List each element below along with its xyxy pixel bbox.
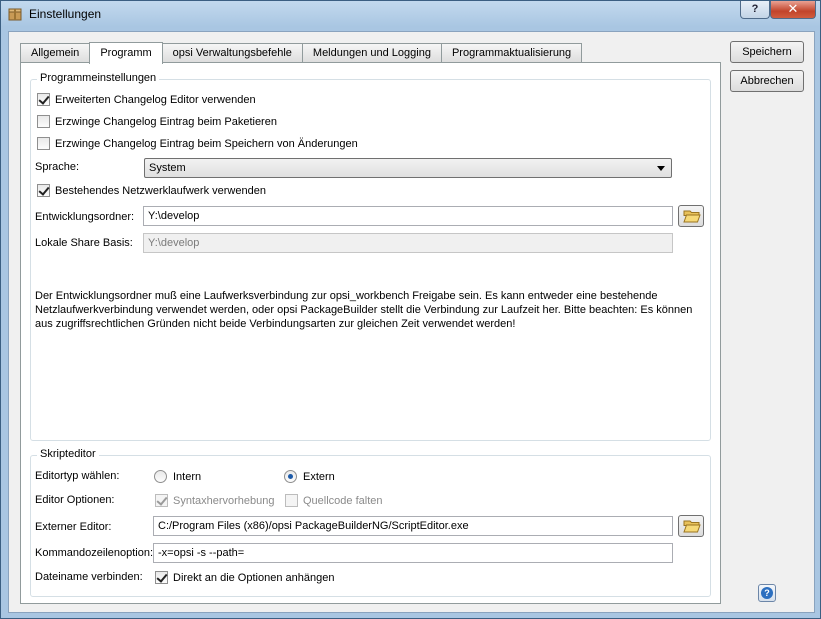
network-drive-row[interactable]: Bestehendes Netzwerklaufwerk verwenden (37, 184, 266, 197)
local-share-input[interactable]: Y:\develop (143, 233, 673, 253)
program-settings-group: Programmeinstellungen (30, 72, 711, 441)
language-select[interactable]: System (144, 158, 672, 178)
tab-meldungen-und-logging[interactable]: Meldungen und Logging (301, 43, 442, 63)
app-icon (8, 8, 22, 21)
tab-allgemein[interactable]: Allgemein (20, 43, 91, 63)
syntax-highlight-label: Syntaxhervorhebung (173, 495, 275, 507)
intern-label: Intern (173, 471, 202, 483)
chevron-down-icon (657, 166, 665, 171)
syntax-highlight-checkbox[interactable] (155, 494, 168, 507)
cancel-button[interactable]: Abbrechen (730, 70, 804, 92)
force-changelog-saving-checkbox[interactable] (37, 137, 50, 150)
dev-folder-browse-button[interactable] (678, 205, 704, 227)
language-label: Sprache: (35, 161, 80, 173)
extern-radio[interactable] (284, 470, 297, 483)
code-folding-row[interactable]: Quellcode falten (285, 494, 383, 507)
syntax-highlight-row[interactable]: Syntaxhervorhebung (155, 494, 275, 507)
tab-programmaktualisierung[interactable]: Programmaktualisierung (440, 43, 583, 63)
code-folding-label: Quellcode falten (303, 495, 383, 507)
dev-folder-label: Entwicklungsordner: (35, 211, 135, 223)
folder-open-icon (683, 520, 701, 533)
editor-intern-option[interactable]: Intern (154, 470, 201, 483)
external-editor-browse-button[interactable] (678, 515, 704, 537)
program-settings-title: Programmeinstellungen (37, 72, 160, 84)
cmdline-input[interactable]: -x=opsi -s --path= (153, 543, 673, 563)
window-title: Einstellungen (29, 7, 102, 21)
editor-type-label: Editortyp wählen: (35, 470, 120, 482)
external-editor-input[interactable]: C:/Program Files (x86)/opsi PackageBuild… (153, 516, 673, 536)
title-bar[interactable]: Einstellungen ? ✕ (1, 1, 820, 27)
dialog-client-area: Allgemein Programm opsi Verwaltungsbefeh… (8, 31, 815, 613)
force-changelog-packaging-row[interactable]: Erzwinge Changelog Eintrag beim Paketier… (37, 115, 277, 128)
tab-opsi-verwaltungsbefehle[interactable]: opsi Verwaltungsbefehle (161, 43, 303, 63)
tab-panel-programm: Programmeinstellungen Erweiterten Change… (20, 62, 721, 604)
save-button[interactable]: Speichern (730, 41, 804, 63)
cmdline-label: Kommandozeilenoption: (35, 547, 154, 559)
tab-programm[interactable]: Programm (89, 42, 163, 64)
code-folding-checkbox[interactable] (285, 494, 298, 507)
force-changelog-saving-row[interactable]: Erzwinge Changelog Eintrag beim Speicher… (37, 137, 358, 150)
help-button[interactable]: ? (758, 584, 776, 602)
extended-changelog-label: Erweiterten Changelog Editor verwenden (55, 94, 256, 106)
language-value: System (149, 162, 186, 174)
dev-folder-description: Der Entwicklungsordner muß eine Laufwerk… (35, 290, 693, 330)
network-drive-label: Bestehendes Netzwerklaufwerk verwenden (55, 185, 266, 197)
settings-window: Einstellungen ? ✕ Allgemein Programm ops… (0, 0, 821, 619)
help-title-button[interactable]: ? (740, 1, 770, 19)
local-share-label: Lokale Share Basis: (35, 237, 133, 249)
append-options-row[interactable]: Direkt an die Optionen anhängen (155, 571, 334, 584)
append-options-label: Direkt an die Optionen anhängen (173, 572, 335, 584)
script-editor-title: Skripteditor (37, 448, 99, 460)
force-changelog-packaging-label: Erzwinge Changelog Eintrag beim Paketier… (55, 116, 277, 128)
close-button[interactable]: ✕ (770, 1, 816, 19)
external-editor-label: Externer Editor: (35, 521, 112, 533)
editor-extern-option[interactable]: Extern (284, 470, 335, 483)
tab-bar: Allgemein Programm opsi Verwaltungsbefeh… (20, 42, 583, 64)
extended-changelog-row[interactable]: Erweiterten Changelog Editor verwenden (37, 93, 256, 106)
intern-radio[interactable] (154, 470, 167, 483)
help-icon: ? (761, 587, 773, 599)
extended-changelog-checkbox[interactable] (37, 93, 50, 106)
append-options-checkbox[interactable] (155, 571, 168, 584)
network-drive-checkbox[interactable] (37, 184, 50, 197)
editor-options-label: Editor Optionen: (35, 494, 115, 506)
dev-folder-input[interactable]: Y:\develop (143, 206, 673, 226)
force-changelog-packaging-checkbox[interactable] (37, 115, 50, 128)
filename-label: Dateiname verbinden: (35, 571, 143, 583)
extern-label: Extern (303, 471, 335, 483)
force-changelog-saving-label: Erzwinge Changelog Eintrag beim Speicher… (55, 138, 358, 150)
folder-open-icon (683, 210, 701, 223)
